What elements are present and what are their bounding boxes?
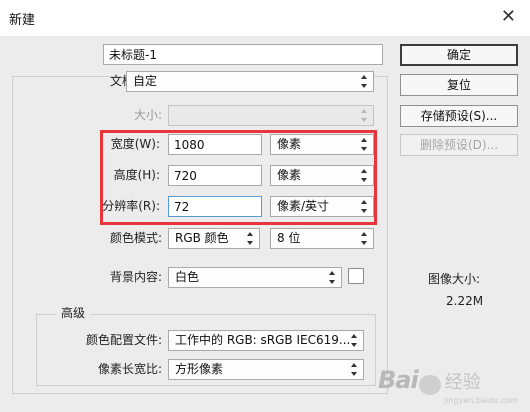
title-bar: 新建 ✕ (0, 0, 530, 36)
background-select[interactable]: 白色 (168, 267, 342, 288)
image-size-value: 2.22M (446, 294, 484, 308)
height-input[interactable] (168, 165, 262, 186)
select-arrows-icon (361, 232, 368, 245)
height-label: 高度(H): (113, 168, 160, 182)
resolution-input[interactable] (168, 196, 262, 217)
select-arrows-icon (351, 363, 358, 376)
paw-icon (418, 374, 441, 395)
background-value: 白色 (175, 270, 200, 284)
color-mode-select[interactable]: RGB 颜色 (168, 228, 260, 249)
height-unit-select[interactable]: 像素 (270, 165, 374, 186)
color-profile-label: 颜色配置文件: (85, 333, 162, 347)
select-arrows-icon (361, 109, 368, 122)
name-input[interactable] (103, 44, 383, 65)
resolution-unit-value: 像素/英寸 (277, 199, 330, 213)
pixel-aspect-value: 方形像素 (175, 362, 224, 376)
ok-button[interactable]: 确定 (400, 44, 518, 66)
watermark-brand-left: Bai (378, 366, 419, 394)
save-preset-button[interactable]: 存储预设(S)... (400, 105, 518, 127)
select-arrows-icon (247, 232, 254, 245)
select-arrows-icon (361, 75, 368, 88)
color-mode-value: RGB 颜色 (175, 231, 229, 245)
height-unit-value: 像素 (277, 168, 302, 182)
baidu-watermark: Bai 经验 jingyan.baidu.com (378, 366, 518, 406)
doc-type-select[interactable]: 自定 (126, 71, 374, 92)
image-size-label: 图像大小: (428, 272, 481, 286)
resolution-unit-select[interactable]: 像素/英寸 (270, 196, 374, 217)
bit-depth-value: 8 位 (277, 231, 301, 245)
select-arrows-icon (351, 334, 358, 347)
background-label: 背景内容: (109, 270, 162, 284)
width-unit-select[interactable]: 像素 (270, 134, 374, 155)
color-profile-value: 工作中的 RGB: sRGB IEC619... (175, 333, 351, 347)
color-profile-select[interactable]: 工作中的 RGB: sRGB IEC619... (168, 330, 364, 351)
bit-depth-select[interactable]: 8 位 (270, 228, 374, 249)
reset-button[interactable]: 复位 (400, 74, 518, 96)
pixel-aspect-select[interactable]: 方形像素 (168, 359, 364, 380)
size-select (168, 105, 374, 126)
close-icon[interactable]: ✕ (501, 6, 516, 27)
width-label: 宽度(W): (110, 137, 160, 151)
width-input[interactable] (168, 134, 262, 155)
doc-type-value: 自定 (133, 74, 158, 88)
select-arrows-icon (329, 271, 336, 284)
delete-preset-button: 删除预设(D)... (400, 134, 518, 156)
select-arrows-icon (361, 200, 368, 213)
watermark-brand-right: 经验 (444, 372, 481, 393)
watermark-url: jingyan.baidu.com (444, 396, 518, 405)
advanced-title: 高级 (56, 304, 91, 322)
pixel-aspect-label: 像素长宽比: (97, 362, 162, 376)
width-unit-value: 像素 (277, 137, 302, 151)
resolution-label: 分辨率(R): (102, 199, 160, 213)
dialog-title: 新建 (9, 13, 36, 28)
select-arrows-icon (361, 169, 368, 182)
size-label: 大小: (133, 108, 162, 122)
background-color-swatch[interactable] (348, 268, 364, 284)
select-arrows-icon (361, 138, 368, 151)
color-mode-label: 颜色模式: (109, 231, 162, 245)
